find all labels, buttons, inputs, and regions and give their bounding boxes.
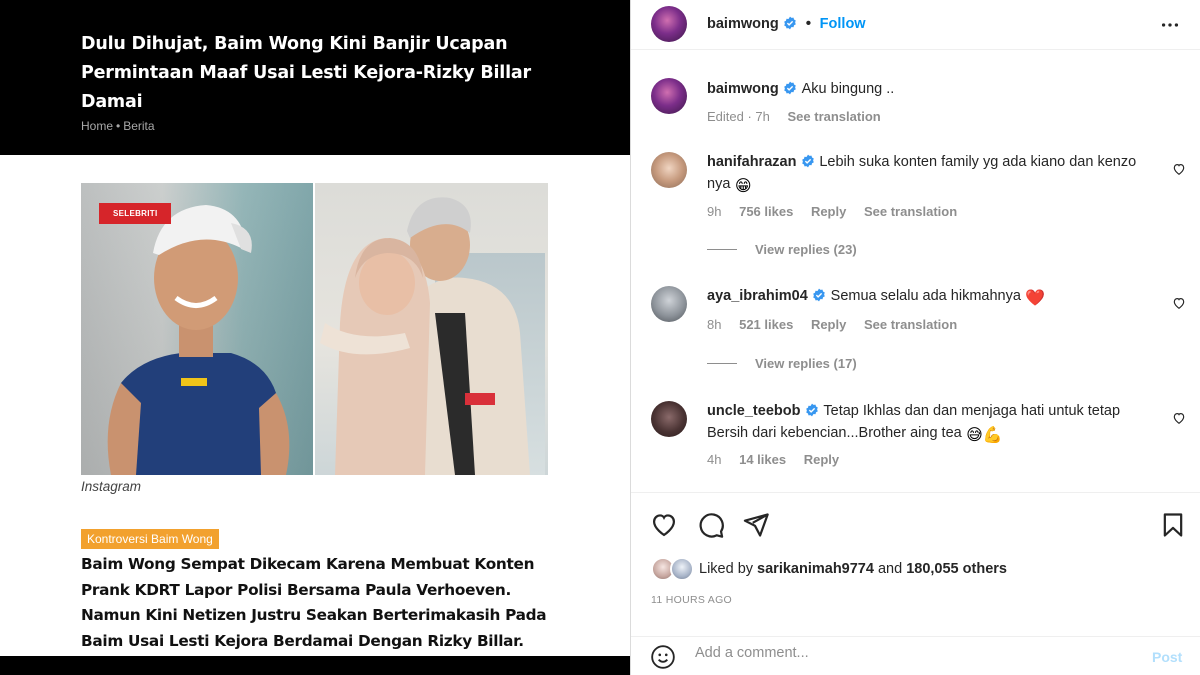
- comment-likes[interactable]: 756 likes: [739, 204, 793, 219]
- heart-icon[interactable]: [1172, 162, 1186, 176]
- avatar[interactable]: [651, 6, 687, 42]
- liked-by-others[interactable]: 180,055 others: [906, 561, 1007, 577]
- view-replies-button[interactable]: View replies (17): [707, 356, 857, 371]
- header-username[interactable]: baimwong: [707, 16, 779, 32]
- comment-username[interactable]: hanifahrazan: [707, 154, 796, 170]
- view-replies-button[interactable]: View replies (23): [707, 242, 857, 257]
- comment-username[interactable]: aya_ibrahim04: [707, 288, 808, 304]
- liked-by-line: Liked by sarikanimah9774 and 180,055 oth…: [699, 561, 1007, 577]
- article-headline: Dulu Dihujat, Baim Wong Kini Banjir Ucap…: [81, 34, 531, 112]
- reply-button[interactable]: Reply: [811, 317, 846, 332]
- caption-text: Aku bingung ..: [801, 81, 895, 97]
- more-icon[interactable]: [1159, 14, 1181, 36]
- breadcrumb-home-link[interactable]: Home: [81, 119, 113, 133]
- comment-time: 9h: [707, 204, 722, 219]
- avatar[interactable]: [651, 152, 687, 188]
- verified-icon: [806, 403, 818, 417]
- photo-caption: Instagram: [81, 479, 142, 494]
- article-photo: SELEBRITI: [81, 183, 548, 475]
- caption-username[interactable]: baimwong: [707, 81, 779, 97]
- reply-button[interactable]: Reply: [811, 204, 846, 219]
- breadcrumb-berita-link[interactable]: Berita: [123, 119, 154, 133]
- share-icon[interactable]: [742, 511, 770, 539]
- see-translation-link[interactable]: See translation: [864, 317, 957, 332]
- comment-text: Semua selalu ada hikmahnya: [830, 288, 1021, 304]
- comment-icon[interactable]: [697, 511, 725, 539]
- photo-baim-wong: SELEBRITI: [81, 183, 313, 475]
- emoji-icon[interactable]: [650, 644, 676, 670]
- comment-likes[interactable]: 14 likes: [739, 452, 786, 467]
- reply-button[interactable]: Reply: [804, 452, 839, 467]
- liked-by-and: and: [877, 561, 903, 577]
- avatar[interactable]: [670, 557, 694, 581]
- emoji-sweat-smile-muscle: 😅💪: [966, 427, 1003, 444]
- topic-tag[interactable]: Kontroversi Baim Wong: [81, 529, 219, 549]
- see-translation-link[interactable]: See translation: [788, 109, 881, 124]
- comment-time: 4h: [707, 452, 722, 467]
- liked-by-user[interactable]: sarikanimah9774: [757, 561, 874, 577]
- see-translation-link[interactable]: See translation: [864, 204, 957, 219]
- photo-lesti-rizky: [315, 183, 548, 475]
- avatar[interactable]: [651, 401, 687, 437]
- caption-edited-time: Edited · 7h: [707, 109, 770, 124]
- verified-icon: [784, 16, 796, 30]
- news-article: Dulu Dihujat, Baim Wong Kini Banjir Ucap…: [0, 0, 630, 675]
- article-lede: Baim Wong Sempat Dikecam Karena Membuat …: [81, 555, 547, 650]
- emoji-red-heart: ❤️: [1025, 290, 1046, 307]
- comment-likes[interactable]: 521 likes: [739, 317, 793, 332]
- bookmark-icon[interactable]: [1159, 511, 1187, 539]
- heart-icon[interactable]: [1172, 296, 1186, 310]
- post-actions: Liked by sarikanimah9774 and 180,055 oth…: [631, 492, 1200, 606]
- heart-icon[interactable]: [1172, 411, 1186, 425]
- instagram-post-panel: baimwong • Follow baimwong Aku bingung .…: [630, 0, 1200, 675]
- follow-button[interactable]: Follow: [820, 16, 866, 32]
- view-replies-label: View replies (17): [755, 356, 857, 371]
- avatar[interactable]: [651, 78, 687, 114]
- verified-icon: [784, 81, 796, 95]
- add-comment-bar: Post: [631, 636, 1200, 675]
- post-header: baimwong • Follow: [631, 0, 1200, 50]
- emoji-grin: 😁: [734, 178, 752, 195]
- article-header: Dulu Dihujat, Baim Wong Kini Banjir Ucap…: [0, 0, 630, 155]
- verified-icon: [813, 288, 825, 302]
- post-comment-button[interactable]: Post: [1152, 649, 1182, 665]
- comment-time: 8h: [707, 317, 722, 332]
- view-replies-label: View replies (23): [755, 242, 857, 257]
- post-time-ago: 11 HOURS AGO: [651, 594, 733, 606]
- comment-input[interactable]: [695, 645, 1115, 661]
- article-bottom-bar: [0, 656, 630, 675]
- breadcrumb: Home • Berita: [81, 119, 155, 133]
- category-badge: SELEBRITI: [99, 203, 172, 224]
- comment-username[interactable]: uncle_teebob: [707, 403, 800, 419]
- liked-by-prefix: Liked by: [699, 561, 754, 577]
- verified-icon: [802, 154, 814, 168]
- heart-icon[interactable]: [650, 511, 678, 539]
- avatar[interactable]: [651, 286, 687, 322]
